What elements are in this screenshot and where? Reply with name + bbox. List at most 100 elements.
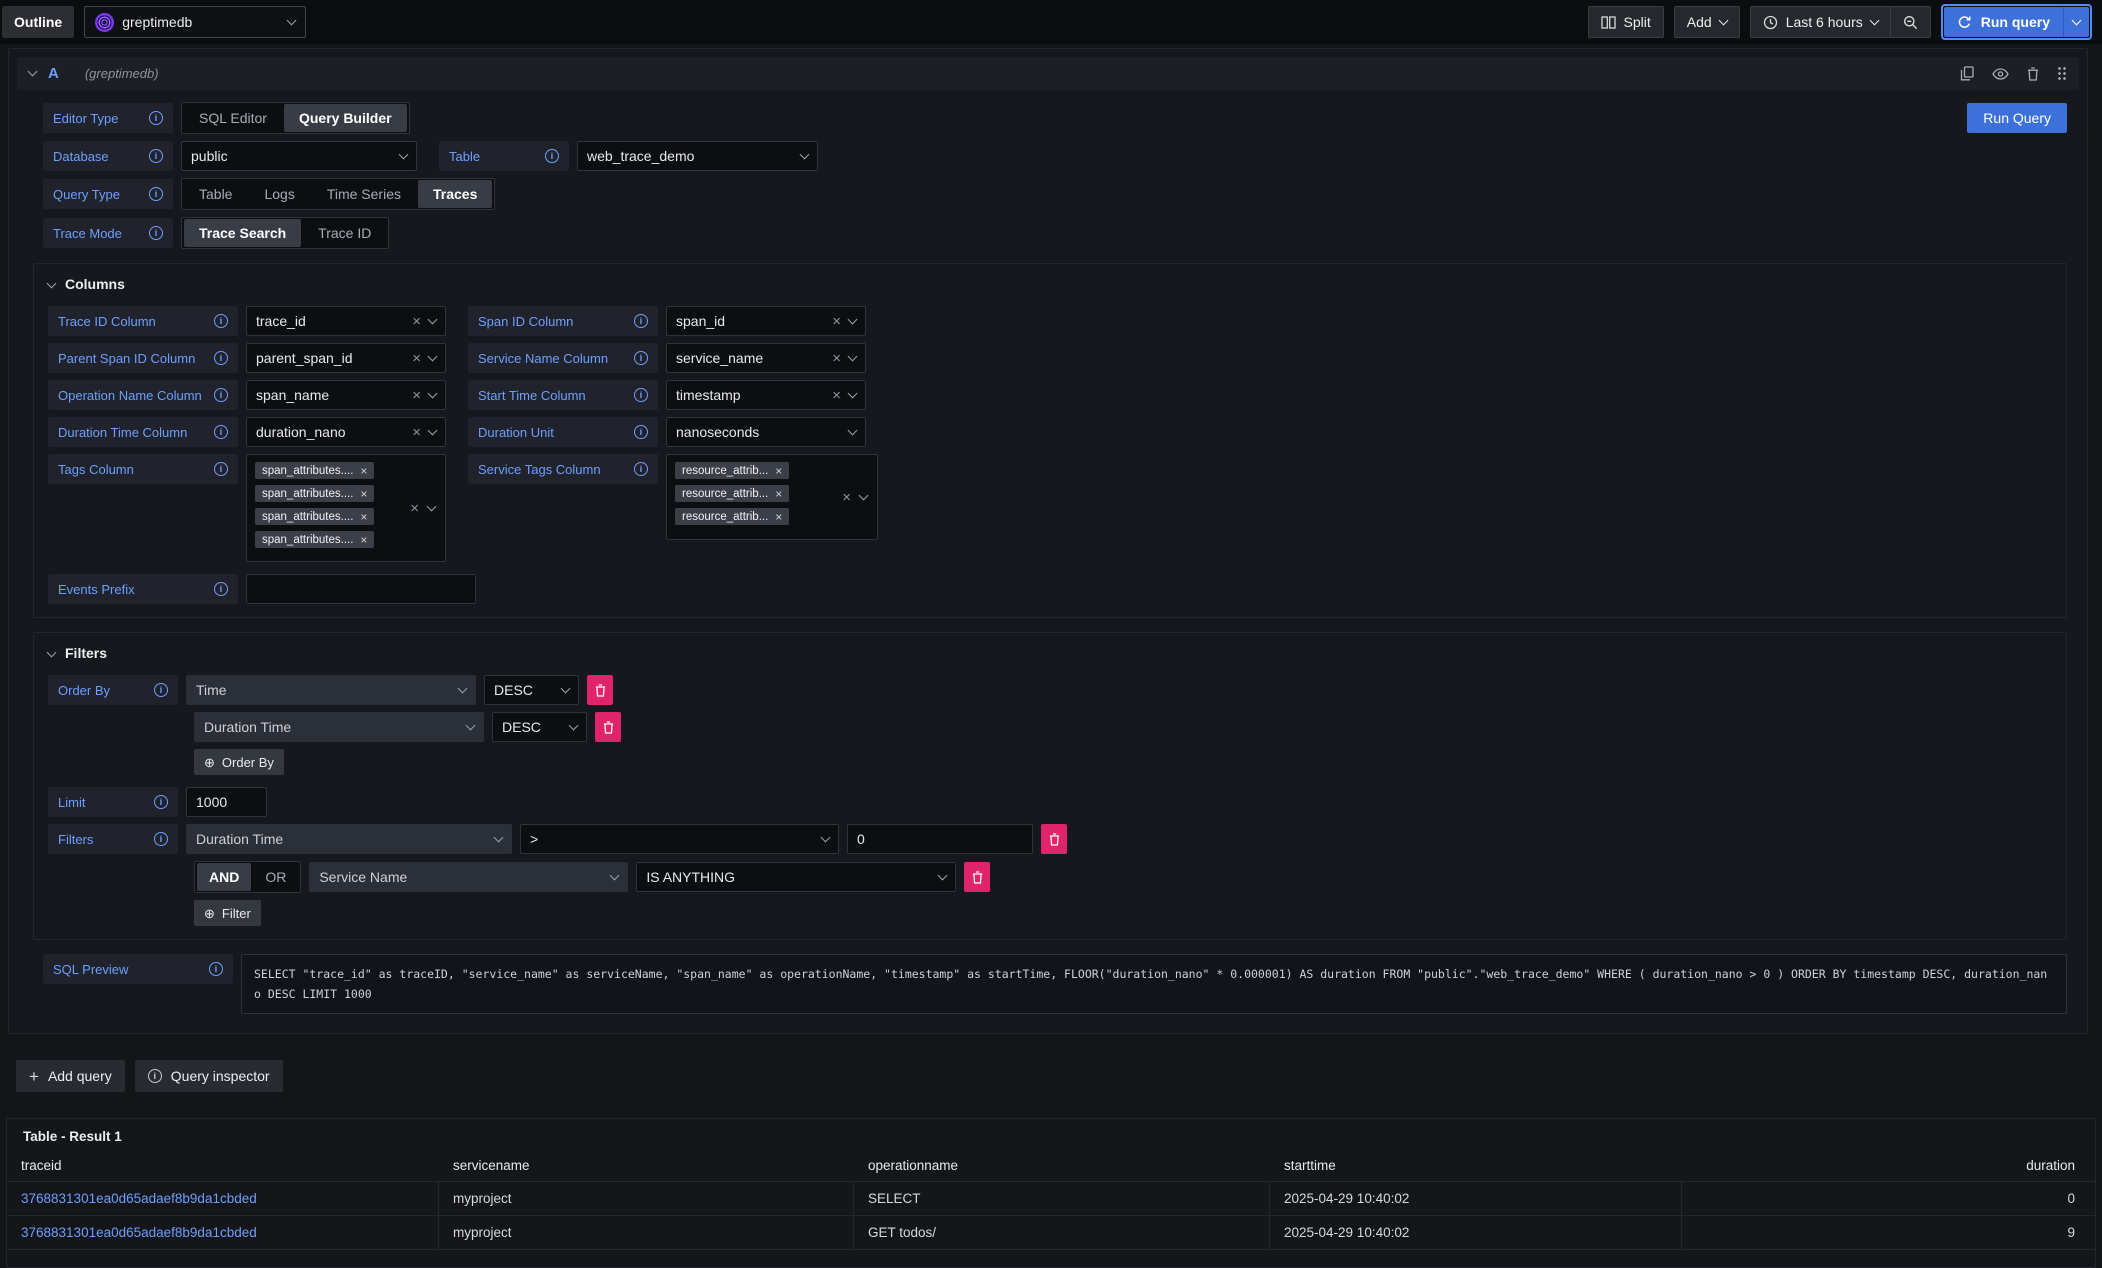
column-header-starttime[interactable]: starttime	[1270, 1152, 1682, 1182]
order-by-field-select[interactable]: Time	[186, 675, 476, 705]
run-query-button[interactable]: Run query	[1944, 7, 2063, 37]
remove-order-by-button[interactable]	[587, 675, 613, 705]
trace-search-option[interactable]: Trace Search	[184, 219, 301, 247]
events-prefix-input[interactable]	[246, 574, 476, 604]
operation-name-column-select[interactable]: span_name ×	[246, 380, 446, 410]
query-type-table-option[interactable]: Table	[184, 180, 247, 208]
tag-chip[interactable]: span_attributes....×	[255, 508, 374, 525]
trace-link[interactable]: 3768831301ea0d65adaef8b9da1cbded	[21, 1191, 257, 1206]
collapse-chevron-icon[interactable]	[47, 278, 57, 288]
zoom-out-time-button[interactable]	[1891, 7, 1930, 37]
clear-icon[interactable]: ×	[832, 314, 841, 329]
tags-column-multiselect[interactable]: span_attributes....× span_attributes....…	[246, 454, 446, 562]
column-header-duration[interactable]: duration	[1682, 1152, 2095, 1182]
clear-all-icon[interactable]: ×	[410, 501, 419, 516]
query-type-timeseries-option[interactable]: Time Series	[312, 180, 416, 208]
remove-filter-button[interactable]	[964, 862, 990, 892]
table-select[interactable]: web_trace_demo	[577, 141, 818, 171]
duration-unit-select[interactable]: nanoseconds	[666, 417, 866, 447]
query-builder-option[interactable]: Query Builder	[284, 104, 407, 132]
filter-operator-select[interactable]: >	[520, 824, 839, 854]
limit-row: Limit i	[48, 787, 2052, 817]
columns-section-header[interactable]: Columns	[48, 276, 2052, 292]
database-label: Database i	[43, 141, 173, 171]
trace-mode-label: Trace Mode i	[43, 218, 173, 248]
collapse-chevron-icon[interactable]	[28, 67, 38, 77]
filter-field-select[interactable]: Duration Time	[186, 824, 512, 854]
clear-icon[interactable]: ×	[412, 425, 421, 440]
service-name-column-select[interactable]: service_name ×	[666, 343, 866, 373]
events-prefix-row: Events Prefix i	[48, 574, 2052, 604]
and-option[interactable]: AND	[197, 863, 251, 891]
filter-operator-select[interactable]: IS ANYTHING	[636, 862, 956, 892]
time-range-button[interactable]: Last 6 hours	[1751, 7, 1890, 37]
clear-icon[interactable]: ×	[412, 351, 421, 366]
remove-filter-button[interactable]	[1041, 824, 1067, 854]
editor-type-row: Editor Type i SQL Editor Query Builder R…	[43, 102, 2067, 134]
remove-chip-icon[interactable]: ×	[775, 511, 782, 523]
split-button[interactable]: Split	[1588, 6, 1664, 38]
column-header-operationname[interactable]: operationname	[854, 1152, 1270, 1182]
remove-order-by-button[interactable]	[595, 712, 621, 742]
trace-link[interactable]: 3768831301ea0d65adaef8b9da1cbded	[21, 1225, 257, 1240]
order-by-field-select[interactable]: Duration Time	[194, 712, 484, 742]
query-row-header[interactable]: A (greptimedb)	[17, 57, 2079, 90]
query-inspector-button[interactable]: i Query inspector	[135, 1060, 283, 1092]
clear-icon[interactable]: ×	[832, 351, 841, 366]
outline-toggle-button[interactable]: Outline	[2, 6, 74, 38]
parent-span-id-column-select[interactable]: parent_span_id ×	[246, 343, 446, 373]
events-prefix-label: Events Prefix i	[48, 574, 238, 604]
tag-chip[interactable]: span_attributes....×	[255, 462, 374, 479]
tag-chip[interactable]: span_attributes....×	[255, 485, 374, 502]
run-query-dropdown-button[interactable]	[2063, 7, 2089, 37]
remove-chip-icon[interactable]: ×	[360, 488, 367, 500]
remove-chip-icon[interactable]: ×	[360, 465, 367, 477]
service-tag-chip[interactable]: resource_attrib...×	[675, 462, 789, 479]
service-tag-chip[interactable]: resource_attrib...×	[675, 508, 789, 525]
order-by-direction-select[interactable]: DESC	[492, 712, 587, 742]
clear-icon[interactable]: ×	[832, 388, 841, 403]
duration-time-column-select[interactable]: duration_nano ×	[246, 417, 446, 447]
column-header-traceid[interactable]: traceid	[7, 1152, 439, 1182]
collapse-chevron-icon[interactable]	[47, 647, 57, 657]
database-select[interactable]: public	[181, 141, 417, 171]
start-time-column-select[interactable]: timestamp ×	[666, 380, 866, 410]
delete-query-trash-icon[interactable]	[2027, 67, 2039, 81]
remove-chip-icon[interactable]: ×	[775, 488, 782, 500]
remove-chip-icon[interactable]: ×	[360, 511, 367, 523]
span-id-column-select[interactable]: span_id ×	[666, 306, 866, 336]
parent-service-row: Parent Span ID Column i parent_span_id ×…	[48, 343, 2052, 373]
info-icon: i	[634, 388, 648, 402]
tag-chip[interactable]: span_attributes....×	[255, 531, 374, 548]
add-order-by-button[interactable]: ⊕ Order By	[194, 749, 284, 775]
clear-icon[interactable]: ×	[412, 388, 421, 403]
add-dropdown-button[interactable]: Add	[1674, 6, 1740, 38]
datasource-picker[interactable]: greptimedb	[84, 6, 306, 38]
limit-input[interactable]	[186, 787, 267, 817]
trash-icon	[972, 871, 983, 884]
sql-editor-option[interactable]: SQL Editor	[184, 104, 282, 132]
panel-run-query-button[interactable]: Run Query	[1967, 103, 2067, 133]
trace-id-column-select[interactable]: trace_id ×	[246, 306, 446, 336]
service-tags-column-multiselect[interactable]: resource_attrib...× resource_attrib...× …	[666, 454, 878, 540]
column-header-servicename[interactable]: servicename	[439, 1152, 854, 1182]
filters-section-header[interactable]: Filters	[48, 645, 2052, 661]
order-by-direction-select[interactable]: DESC	[484, 675, 579, 705]
query-type-traces-option[interactable]: Traces	[418, 180, 492, 208]
clear-icon[interactable]: ×	[412, 314, 421, 329]
add-filter-button[interactable]: ⊕ Filter	[194, 900, 261, 926]
service-tag-chip[interactable]: resource_attrib...×	[675, 485, 789, 502]
trace-id-option[interactable]: Trace ID	[303, 219, 386, 247]
add-query-button[interactable]: + Add query	[16, 1060, 125, 1092]
or-option[interactable]: OR	[253, 863, 298, 891]
clear-all-icon[interactable]: ×	[842, 490, 851, 505]
add-label: Add	[1687, 14, 1712, 30]
duplicate-query-icon[interactable]	[1960, 66, 1974, 81]
remove-chip-icon[interactable]: ×	[360, 534, 367, 546]
drag-handle-icon[interactable]	[2057, 66, 2067, 81]
query-type-logs-option[interactable]: Logs	[249, 180, 309, 208]
hide-query-eye-icon[interactable]	[1992, 68, 2009, 80]
filter-value-input[interactable]	[847, 824, 1033, 854]
filter-field-select[interactable]: Service Name	[309, 862, 628, 892]
remove-chip-icon[interactable]: ×	[775, 465, 782, 477]
